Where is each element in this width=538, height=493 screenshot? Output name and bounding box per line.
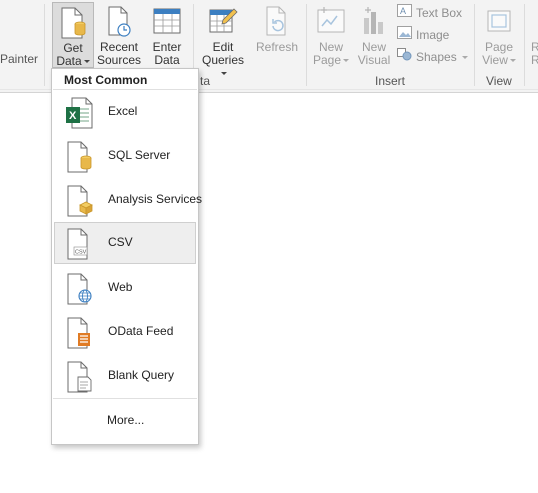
menu-item-odata-feed[interactable]: OData Feed (54, 311, 196, 353)
format-painter-label[interactable]: Painter (0, 50, 38, 69)
group-separator (306, 4, 307, 86)
new-visual-button[interactable]: New Visual (354, 2, 394, 68)
recent-sources-label-line2: Sources (96, 53, 142, 67)
svg-text:X: X (69, 110, 77, 122)
edit-queries-icon (208, 6, 238, 41)
enter-data-label-line2: Data (154, 53, 180, 67)
text-box-icon: A (397, 4, 412, 23)
menu-item-sql-server[interactable]: SQL Server (54, 135, 196, 177)
menu-item-blank-query[interactable]: Blank Query (54, 355, 196, 397)
get-data-button[interactable]: Get Data (52, 2, 94, 68)
recent-sources-icon (105, 6, 133, 41)
sql-server-icon (64, 141, 94, 176)
csv-icon: CSV (64, 228, 94, 263)
refresh-icon (264, 6, 290, 39)
enter-data-button[interactable]: Enter Data (146, 2, 188, 68)
blank-query-icon (64, 361, 94, 396)
image-icon (397, 26, 412, 45)
edit-queries-label-line2: Queries (201, 53, 245, 67)
refresh-button[interactable]: Refresh (254, 2, 300, 68)
menu-item-label: SQL Server (108, 148, 171, 162)
new-visual-icon (360, 6, 388, 39)
menu-item-label: Analysis Services (108, 192, 203, 206)
group-separator (524, 4, 525, 86)
menu-item-analysis-services[interactable]: Analysis Services (54, 179, 202, 221)
chevron-down-icon (461, 56, 468, 60)
menu-item-label: OData Feed (108, 324, 174, 338)
get-data-icon (60, 7, 86, 42)
page-view-label-line2: View (482, 53, 508, 67)
web-icon (64, 273, 94, 308)
menu-item-csv[interactable]: CSV CSV (54, 222, 196, 264)
menu-divider (53, 398, 197, 399)
odata-feed-icon (64, 317, 94, 352)
truncated-button[interactable]: R R (531, 41, 538, 67)
group-label-view: View (486, 74, 512, 88)
shapes-icon (397, 48, 412, 67)
svg-text:A: A (400, 6, 406, 16)
page-view-icon (485, 6, 513, 39)
shapes-label: Shapes (416, 50, 457, 64)
refresh-label: Refresh (255, 40, 299, 54)
text-box-label: Text Box (416, 6, 463, 20)
chevron-down-icon (83, 60, 90, 64)
chevron-down-icon (509, 59, 516, 63)
group-separator (44, 4, 45, 86)
group-separator (474, 4, 475, 86)
menu-item-more[interactable]: More... (54, 400, 196, 442)
truncated-label-line2: R (531, 53, 538, 67)
menu-item-excel[interactable]: X Excel (54, 91, 196, 133)
shapes-button[interactable]: Shapes (397, 48, 468, 67)
group-label-data: ta (200, 74, 211, 88)
analysis-services-icon (64, 185, 94, 220)
menu-divider (53, 89, 197, 90)
get-data-dropdown: Most Common X Excel SQL Server Analysis … (51, 68, 202, 445)
table-icon (153, 6, 181, 39)
new-page-icon (316, 6, 346, 39)
chevron-down-icon (343, 59, 350, 63)
new-page-label-line2: Page (312, 53, 342, 67)
excel-icon: X (64, 97, 94, 132)
new-page-button[interactable]: New Page (311, 2, 351, 68)
menu-item-label: More... (107, 413, 145, 427)
menu-item-label: Blank Query (108, 368, 175, 382)
chevron-down-icon (221, 72, 227, 76)
group-label-insert: Insert (375, 74, 406, 88)
menu-item-web[interactable]: Web (54, 267, 196, 309)
text-box-button[interactable]: A Text Box (397, 4, 462, 23)
image-label: Image (416, 28, 450, 42)
recent-sources-button[interactable]: Recent Sources (96, 2, 142, 76)
image-button[interactable]: Image (397, 26, 449, 45)
menu-item-label: Excel (108, 104, 138, 118)
get-data-label-line2: Data (56, 54, 82, 68)
new-visual-label-line2: Visual (357, 53, 391, 67)
menu-item-label: Web (108, 280, 133, 294)
menu-item-label: CSV (108, 235, 133, 249)
edit-queries-button[interactable]: Edit Queries (198, 2, 248, 76)
page-view-button[interactable]: Page View (478, 2, 520, 68)
svg-text:CSV: CSV (75, 250, 87, 256)
menu-header: Most Common (64, 73, 148, 87)
